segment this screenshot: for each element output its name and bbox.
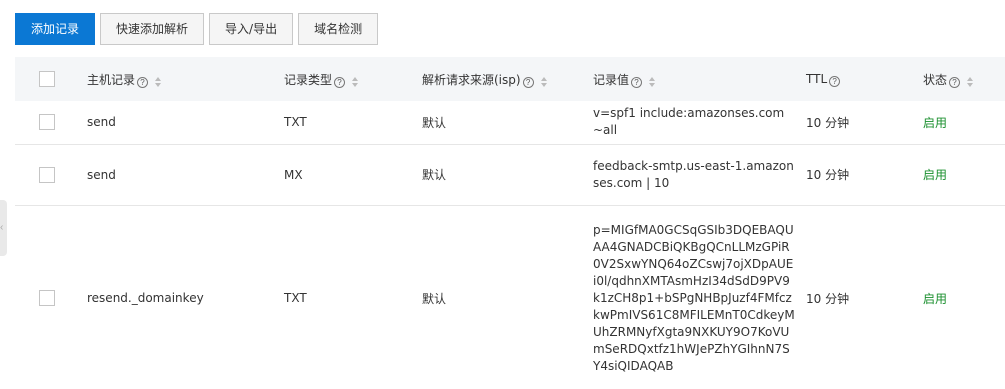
question-circle-icon[interactable]: ?: [949, 76, 961, 88]
isp-cell: 默认: [422, 205, 593, 389]
isp-cell: 默认: [422, 101, 593, 145]
domain-check-button[interactable]: 域名检测: [298, 13, 379, 45]
type-cell: TXT: [284, 101, 422, 145]
header-isp-label: 解析请求来源(isp): [422, 72, 521, 87]
header-ttl: TTL?: [806, 57, 923, 101]
status-cell: 启用: [923, 101, 1005, 145]
row-select-cell: [15, 205, 87, 389]
select-all-checkbox[interactable]: [39, 71, 55, 87]
host-cell: resend._domainkey: [87, 205, 284, 389]
header-host-label: 主机记录: [87, 72, 136, 87]
header-select-all: [15, 57, 87, 101]
host-cell: send: [87, 144, 284, 206]
value-cell: v=spf1 include:amazonses.com ~all: [593, 101, 806, 145]
sort-arrows-icon[interactable]: [967, 76, 974, 87]
sort-arrows-icon[interactable]: [649, 76, 656, 87]
header-status-label: 状态: [923, 72, 948, 87]
header-host[interactable]: 主机记录?: [87, 57, 284, 101]
header-value-label: 记录值: [593, 72, 630, 87]
row-select-cell: [15, 144, 87, 206]
isp-cell: 默认: [422, 144, 593, 206]
header-isp[interactable]: 解析请求来源(isp)?: [422, 57, 593, 101]
sort-arrows-icon[interactable]: [540, 76, 548, 87]
table-row[interactable]: resend._domainkey TXT 默认 p=MIGfMA0GCSqGS…: [15, 205, 1005, 389]
table-row[interactable]: send TXT 默认 v=spf1 include:amazonses.com…: [15, 101, 1005, 145]
question-circle-icon[interactable]: ?: [631, 76, 643, 88]
question-circle-icon[interactable]: ?: [334, 76, 346, 88]
toolbar: 添加记录 快速添加解析 导入/导出 域名检测: [15, 13, 379, 45]
status-cell: 启用: [923, 205, 1005, 389]
type-cell: TXT: [284, 205, 422, 389]
header-type-label: 记录类型: [284, 72, 333, 87]
ttl-cell: 10 分钟: [806, 101, 923, 145]
ttl-cell: 10 分钟: [806, 144, 923, 206]
ttl-cell: 10 分钟: [806, 205, 923, 389]
row-checkbox[interactable]: [39, 166, 55, 183]
table-header-row: 主机记录? 记录类型? 解析请求来源(isp)? 记录值? TTL? 状态?: [15, 57, 1005, 101]
question-circle-icon[interactable]: ?: [522, 76, 534, 88]
import-export-button[interactable]: 导入/导出: [209, 13, 294, 45]
sort-arrows-icon[interactable]: [155, 76, 162, 87]
type-cell: MX: [284, 144, 422, 206]
host-cell: send: [87, 101, 284, 145]
sort-arrows-icon[interactable]: [352, 76, 359, 87]
table-row[interactable]: send MX 默认 feedback-smtp.us-east-1.amazo…: [15, 144, 1005, 206]
status-cell: 启用: [923, 144, 1005, 206]
row-select-cell: [15, 101, 87, 145]
header-value[interactable]: 记录值?: [593, 57, 806, 101]
row-checkbox[interactable]: [39, 114, 55, 131]
value-cell: p=MIGfMA0GCSqGSIb3DQEBAQUAA4GNADCBiQKBgQ…: [593, 205, 806, 389]
question-circle-icon[interactable]: ?: [137, 76, 149, 88]
quick-add-button[interactable]: 快速添加解析: [100, 13, 205, 45]
collapse-arrow-icon: ‹: [0, 222, 4, 233]
value-cell: feedback-smtp.us-east-1.amazonses.com | …: [593, 144, 806, 206]
header-status[interactable]: 状态?: [923, 57, 1005, 101]
header-ttl-label: TTL: [806, 71, 828, 86]
dns-records-table: 主机记录? 记录类型? 解析请求来源(isp)? 记录值? TTL? 状态? s…: [15, 57, 1005, 389]
side-collapse-tab[interactable]: ‹: [0, 200, 7, 256]
question-circle-icon[interactable]: ?: [829, 75, 841, 87]
row-checkbox[interactable]: [39, 290, 55, 306]
header-type[interactable]: 记录类型?: [284, 57, 422, 101]
add-record-button[interactable]: 添加记录: [15, 13, 96, 45]
